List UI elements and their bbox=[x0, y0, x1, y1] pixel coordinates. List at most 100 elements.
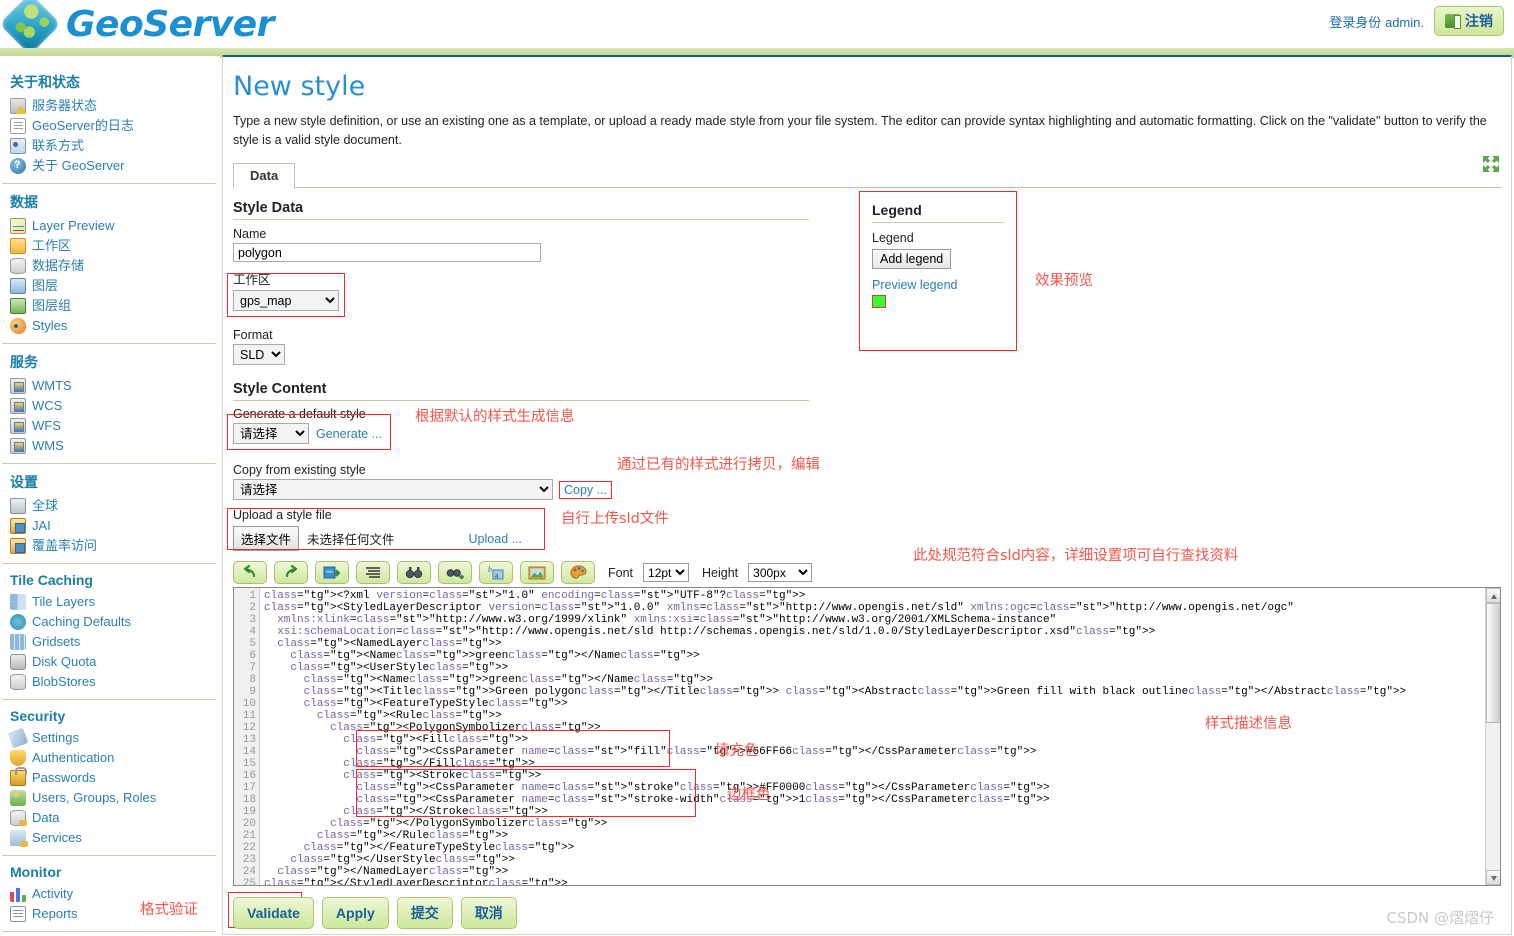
sidebar-item-data[interactable]: Data bbox=[8, 808, 212, 828]
sidebar-item-label: JAI bbox=[32, 518, 51, 533]
font-size-select[interactable]: 12pt bbox=[643, 563, 690, 582]
data-security-icon bbox=[10, 810, 27, 826]
sidebar-item-[interactable]: 服务器状态 bbox=[8, 96, 212, 116]
sidebar-item-disk-quota[interactable]: Disk Quota bbox=[8, 652, 212, 672]
scroll-up-arrow[interactable] bbox=[1486, 588, 1500, 603]
login-area: 登录身份 admin. 注销 bbox=[1329, 6, 1504, 36]
sidebar-item-blobstores[interactable]: BlobStores bbox=[8, 672, 212, 692]
sidebar-item-[interactable]: 数据存储 bbox=[8, 256, 212, 276]
sidebar-item-services[interactable]: Services bbox=[8, 828, 212, 848]
line-number: 13 bbox=[242, 734, 256, 746]
color-picker-icon[interactable] bbox=[561, 561, 595, 584]
code-line: class="tg"></Ruleclass="tg">> bbox=[316, 830, 509, 842]
annotation-legend-preview: 效果预览 bbox=[1035, 273, 1093, 289]
style-name-input[interactable] bbox=[233, 243, 541, 262]
sidebar-item-[interactable]: 工作区 bbox=[8, 236, 212, 256]
sidebar-item-label: 图层组 bbox=[32, 298, 72, 313]
copy-button[interactable]: Copy ... bbox=[559, 480, 613, 499]
sidebar-item-label: Passwords bbox=[32, 770, 96, 785]
line-number: 25 bbox=[242, 878, 256, 886]
sidebar-item-[interactable]: 图层组 bbox=[8, 296, 212, 316]
code-line: class="tg"><Nameclass="tg">>greenclass="… bbox=[290, 650, 700, 662]
format-indent-icon[interactable] bbox=[356, 561, 390, 584]
sidebar-item-label: Layer Preview bbox=[32, 218, 115, 233]
layer-preview-icon bbox=[10, 218, 26, 234]
code-line: class="tg"></NamedLayerclass="tg">> bbox=[277, 866, 509, 878]
sidebar-item-wfs[interactable]: WFS bbox=[8, 416, 212, 436]
generate-default-select[interactable]: 请选择 bbox=[233, 423, 309, 444]
main-panel: New style Type a new style definition, o… bbox=[222, 55, 1512, 935]
format-select[interactable]: SLD bbox=[233, 344, 285, 365]
csdn-watermark: CSDN @熠熠仔 bbox=[1386, 909, 1494, 927]
sidebar-section-title: 设置 bbox=[10, 474, 38, 490]
code-line: class="tg"></Strokeclass="tg">> bbox=[343, 806, 548, 818]
copy-existing-select[interactable]: 请选择 bbox=[233, 479, 553, 500]
sidebar-item-[interactable]: 覆盖率访问 bbox=[8, 536, 212, 556]
find-icon[interactable] bbox=[397, 561, 431, 584]
sidebar-item-label: Activity bbox=[32, 886, 74, 901]
sidebar-item-[interactable]: 图层 bbox=[8, 276, 212, 296]
sidebar-item-label: Data bbox=[32, 810, 60, 825]
tile-layers-icon bbox=[10, 594, 26, 610]
sidebar-section-title: Monitor bbox=[10, 864, 62, 880]
sidebar-item-geoserver[interactable]: GeoServer的日志 bbox=[8, 116, 212, 136]
brand-logo-area[interactable]: GeoServer bbox=[0, 0, 274, 56]
choose-file-button[interactable]: 选择文件 bbox=[233, 526, 300, 551]
logout-button[interactable]: 注销 bbox=[1434, 6, 1504, 36]
sidebar-section-title: 演示 bbox=[8, 932, 212, 936]
editor-vertical-scrollbar[interactable] bbox=[1485, 588, 1500, 885]
logout-label: 注销 bbox=[1465, 13, 1493, 29]
annotation-copy-existing: 通过已有的样式进行拷贝，编辑 bbox=[617, 457, 820, 473]
sidebar-item-label: WFS bbox=[32, 418, 61, 433]
validate-button[interactable]: Validate bbox=[233, 897, 314, 929]
annotation-stroke-color: 边框色 bbox=[727, 787, 771, 803]
sidebar-item-layer-preview[interactable]: Layer Preview bbox=[8, 216, 212, 236]
sidebar-item-jai[interactable]: JAI bbox=[8, 516, 212, 536]
annotation-upload-sld: 自行上传sld文件 bbox=[561, 511, 669, 527]
line-number: 22 bbox=[242, 842, 256, 854]
find-replace-icon[interactable] bbox=[438, 561, 472, 584]
redo-icon[interactable] bbox=[274, 561, 308, 584]
tab-data[interactable]: Data bbox=[233, 163, 296, 189]
sidebar-item-caching-defaults[interactable]: Caching Defaults bbox=[8, 612, 212, 632]
goto-line-icon[interactable]: XML bbox=[315, 561, 349, 584]
generate-button[interactable]: Generate ... bbox=[316, 427, 382, 441]
sidebar-item-wmts[interactable]: WMTS bbox=[8, 376, 212, 396]
workspace-select[interactable]: gps_map bbox=[233, 290, 339, 311]
add-legend-button[interactable]: Add legend bbox=[872, 249, 952, 269]
sidebar-item-[interactable]: 全球 bbox=[8, 496, 212, 516]
code-line: class="tg"><CssParameter name=class="st"… bbox=[356, 794, 1050, 806]
sidebar-item-wms[interactable]: WMS bbox=[8, 436, 212, 456]
sidebar-item-passwords[interactable]: Passwords bbox=[8, 767, 212, 788]
undo-icon[interactable] bbox=[233, 561, 267, 584]
sidebar-item-label: WMS bbox=[32, 438, 64, 453]
expand-arrows-icon[interactable] bbox=[1481, 154, 1501, 174]
toggle-case-icon[interactable]: b a bbox=[479, 561, 513, 584]
sidebar-item-gridsets[interactable]: Gridsets bbox=[8, 632, 212, 652]
sidebar-item-users-groups-roles[interactable]: Users, Groups, Roles bbox=[8, 788, 212, 808]
fullscreen-editor-icon[interactable] bbox=[520, 561, 554, 584]
sidebar-item-wcs[interactable]: WCS bbox=[8, 396, 212, 416]
sidebar-section-title: Tile Caching bbox=[10, 572, 93, 588]
sidebar-item-[interactable]: 联系方式 bbox=[8, 136, 212, 156]
preview-legend-link[interactable]: Preview legend bbox=[872, 278, 1004, 292]
sidebar-section: 关于和状态服务器状态 GeoServer的日志联系方式关于 GeoServer bbox=[0, 64, 220, 176]
sidebar-item-tile-layers[interactable]: Tile Layers bbox=[8, 592, 212, 612]
upload-button[interactable]: Upload ... bbox=[469, 532, 523, 546]
sidebar-item-label: 图层 bbox=[32, 278, 59, 293]
cancel-button[interactable]: 取消 bbox=[460, 897, 517, 929]
scroll-down-arrow[interactable] bbox=[1486, 870, 1500, 885]
sld-code-editor[interactable]: 1 2 3 4 5 6 7 8 9 10 11 12 13 14 15 16 17 18 19 20 21 22 23 24 2… bbox=[233, 587, 1501, 886]
sidebar-item-settings[interactable]: Settings bbox=[7, 727, 212, 749]
activity-chart-icon bbox=[10, 886, 26, 902]
editor-height-select[interactable]: 300px bbox=[748, 563, 813, 582]
sidebar-item-geoserver[interactable]: 关于 GeoServer bbox=[8, 156, 212, 176]
sidebar-item-authentication[interactable]: Authentication bbox=[8, 748, 212, 768]
sidebar-item-styles[interactable]: Styles bbox=[8, 316, 212, 336]
code-line: class="tg"><Titleclass="tg">>Green polyg… bbox=[303, 686, 1407, 698]
apply-button[interactable]: Apply bbox=[321, 897, 389, 929]
submit-button[interactable]: 提交 bbox=[396, 897, 453, 929]
code-content[interactable]: class="tg"><?xml version=class="st">"1.0… bbox=[260, 588, 1500, 885]
scrollbar-thumb[interactable] bbox=[1486, 603, 1500, 723]
code-line: class="tg"><?xml version=class="st">"1.0… bbox=[264, 590, 806, 602]
